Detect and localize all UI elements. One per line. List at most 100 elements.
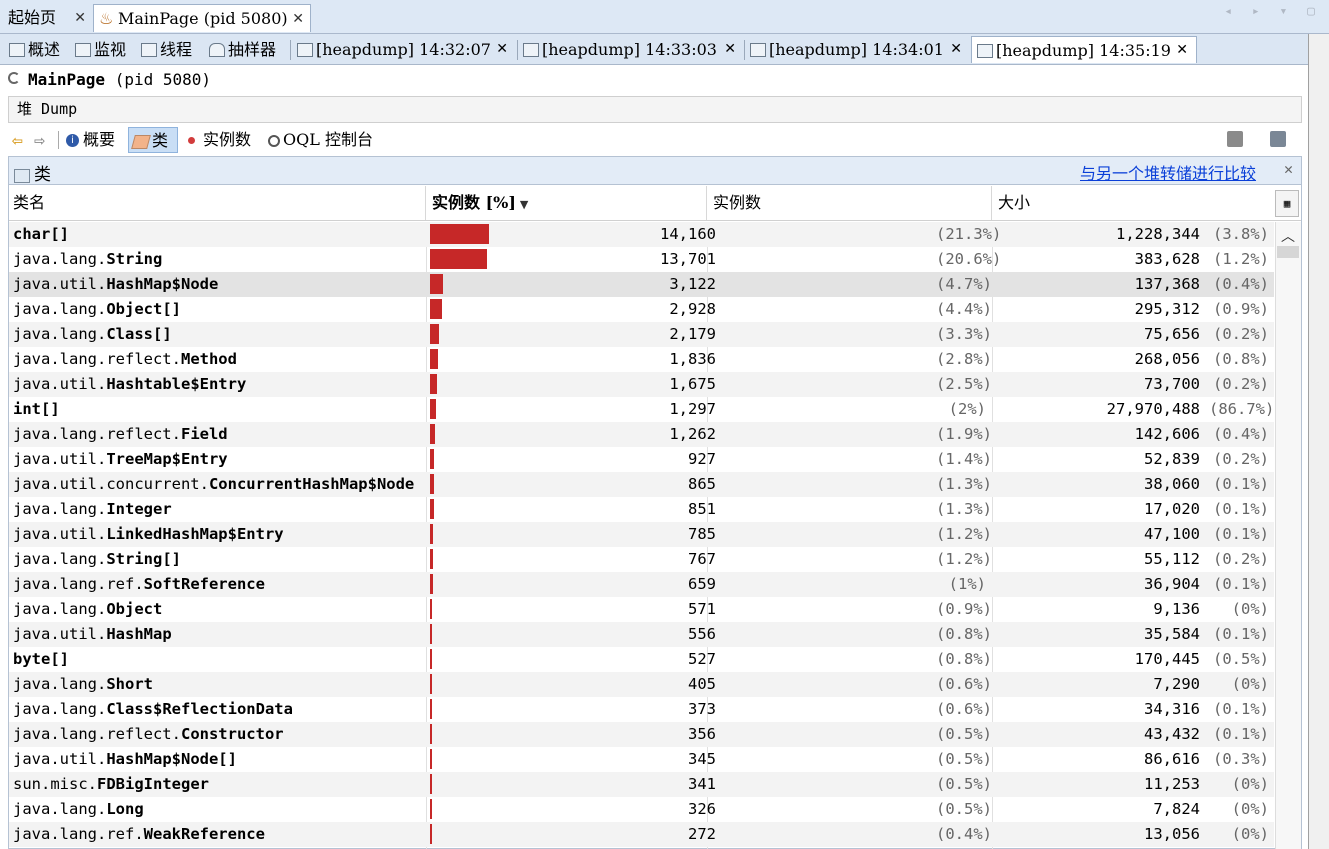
class-name-cell: java.util.HashMap <box>13 622 172 647</box>
table-row[interactable]: java.lang.String[] 767 (1.2%) 55,112 (0.2%) <box>9 547 1274 572</box>
close-icon[interactable]: ✕ <box>950 36 962 63</box>
table-row[interactable]: java.lang.reflect.Field 1,262 (1.9%) 142,60… <box>9 422 1274 447</box>
summary-label: 概要 <box>83 130 116 149</box>
class-name-cell: java.lang.ref.WeakReference <box>13 822 265 847</box>
instance-count: 556 <box>688 625 716 643</box>
table-row[interactable]: java.util.HashMap$Node 3,122 (4.7%) 137,368… <box>9 272 1274 297</box>
page-title: MainPage (pid 5080) <box>28 70 211 89</box>
process-pid: (pid 5080) <box>114 70 212 89</box>
table-row[interactable]: java.util.HashMap 556 (0.8%) 35,584 (0.1%) <box>9 622 1274 647</box>
instance-dot-icon <box>188 137 195 144</box>
summary-button[interactable]: i 概要 <box>66 127 115 153</box>
table-row[interactable]: java.lang.Short 405 (0.6%) 7,290 (0%) <box>9 672 1274 697</box>
instances-button[interactable]: 实例数 <box>188 127 251 153</box>
save-heapdump-icon[interactable] <box>1227 131 1243 147</box>
tab-heapdump-2[interactable]: [heapdump] 14:33:03 ✕ <box>518 36 744 63</box>
tab-sampler[interactable]: 抽样器 <box>204 36 290 63</box>
oql-icon <box>268 134 280 147</box>
class-name-cell: java.lang.Long <box>13 797 144 822</box>
class-name-cell: java.lang.ref.SoftReference <box>13 572 265 597</box>
size-percent: (0.8%) <box>1213 350 1269 368</box>
table-row[interactable]: java.lang.Class[] 2,179 (3.3%) 75,656 (0.2%) <box>9 322 1274 347</box>
class-simple-name: Object[] <box>106 300 181 318</box>
class-name-cell: java.lang.Short <box>13 672 153 697</box>
table-row[interactable]: java.util.Hashtable$Entry 1,675 (2.5%) 73,7… <box>9 372 1274 397</box>
doc-tab-start-page[interactable]: 起始页 ✕ <box>2 4 92 32</box>
class-name-cell: java.lang.Object <box>13 597 162 622</box>
class-simple-name: FDBigInteger <box>97 775 209 793</box>
column-picker-button[interactable]: ▦ <box>1275 190 1299 217</box>
info-icon: i <box>66 134 79 147</box>
tab-label: [heapdump] 14:33:03 <box>542 40 717 59</box>
tab-heapdump-1[interactable]: [heapdump] 14:32:07 ✕ <box>292 36 516 63</box>
column-header-instances-percent[interactable]: 实例数 [%] ▼ <box>426 186 707 220</box>
size-percent: (0.5%) <box>1213 650 1269 668</box>
package-prefix: java.util. <box>13 275 107 293</box>
doc-tab-mainpage[interactable]: ♨ MainPage (pid 5080) ✕ <box>93 4 311 32</box>
back-arrow-icon[interactable]: ⇦ <box>12 130 23 151</box>
sort-desc-icon: ▼ <box>519 198 529 211</box>
size-value: 9,136 <box>1153 600 1200 618</box>
size-percent: (0.1%) <box>1213 500 1269 518</box>
class-simple-name: ConcurrentHashMap$Node <box>208 475 415 493</box>
tab-heapdump-4[interactable]: [heapdump] 14:35:19 ✕ <box>971 36 1197 63</box>
instance-share-bar <box>430 274 443 294</box>
scroll-up-icon[interactable]: ︿ <box>1281 226 1295 246</box>
size-value: 13,056 <box>1144 825 1200 843</box>
table-row[interactable]: char[] 14,160 (21.3%) 1,228,344 (3.8%) <box>9 222 1274 247</box>
table-row[interactable]: java.lang.String 13,701 (20.6%) 383,628 (1.2… <box>9 247 1274 272</box>
column-header-class-name[interactable]: 类名 <box>9 186 426 220</box>
column-label: 实例数 <box>713 193 762 212</box>
tab-heapdump-3[interactable]: [heapdump] 14:34:01 ✕ <box>745 36 970 63</box>
size-percent: (0.4%) <box>1213 425 1269 443</box>
column-header-size[interactable]: 大小 <box>992 186 1275 220</box>
heapdump-icon <box>750 43 766 57</box>
table-row[interactable]: java.lang.ref.SoftReference 659 (1%) 36,904… <box>9 572 1274 597</box>
column-header-instances[interactable]: 实例数 <box>707 186 992 220</box>
close-icon[interactable]: ✕ <box>724 36 736 63</box>
table-row[interactable]: java.lang.Class$ReflectionData 373 (0.6%) 3… <box>9 697 1274 722</box>
close-icon[interactable]: ✕ <box>74 4 86 32</box>
table-row[interactable]: java.lang.ref.WeakReference 272 (0.4%) 13,0… <box>9 822 1274 847</box>
table-row[interactable]: java.lang.reflect.Method 1,836 (2.8%) 268,0… <box>9 347 1274 372</box>
scrollbar-thumb[interactable] <box>1277 246 1299 258</box>
class-name-cell: java.util.TreeMap$Entry <box>13 447 228 472</box>
size-value: 52,839 <box>1144 450 1200 468</box>
table-row[interactable]: int[] 1,297 (2%) 27,970,488 (86.7%) <box>9 397 1274 422</box>
tab-threads[interactable]: 线程 <box>136 36 204 63</box>
close-icon[interactable]: ✕ <box>1176 37 1188 64</box>
compare-heapdump-link[interactable]: 与另一个堆转储进行比较 <box>1080 160 1256 184</box>
close-icon[interactable]: ✕ <box>496 36 508 63</box>
table-row[interactable]: java.util.TreeMap$Entry 927 (1.4%) 52,839 (0… <box>9 447 1274 472</box>
instance-percent: (1.2%) <box>936 525 992 543</box>
table-row[interactable]: byte[] 527 (0.8%) 170,445 (0.5%) <box>9 647 1274 672</box>
table-row[interactable]: java.lang.Integer 851 (1.3%) 17,020 (0.1%) <box>9 497 1274 522</box>
size-percent: (0.1%) <box>1213 700 1269 718</box>
instance-percent: (0.8%) <box>936 650 992 668</box>
table-row[interactable]: java.lang.Long 326 (0.5%) 7,824 (0%) <box>9 797 1274 822</box>
table-row[interactable]: java.lang.Object[] 2,928 (4.4%) 295,312 (0.9… <box>9 297 1274 322</box>
heapdump-options-icon[interactable] <box>1270 131 1286 147</box>
table-row[interactable]: java.util.HashMap$Node[] 345 (0.5%) 86,616 (… <box>9 747 1274 772</box>
table-row[interactable]: java.lang.reflect.Constructor 356 (0.5%) 43… <box>9 722 1274 747</box>
table-row[interactable]: sun.misc.FDBigInteger 341 (0.5%) 11,253 (0%) <box>9 772 1274 797</box>
close-icon[interactable]: ✕ <box>1284 160 1293 178</box>
close-icon[interactable]: ✕ <box>292 5 304 33</box>
instance-count: 767 <box>688 550 716 568</box>
classes-button[interactable]: 类 <box>128 127 178 153</box>
table-row[interactable]: java.lang.Object 571 (0.9%) 9,136 (0%) <box>9 597 1274 622</box>
package-prefix: java.lang. <box>13 500 107 518</box>
tab-overview[interactable]: 概述 <box>4 36 70 63</box>
oql-console-button[interactable]: OQL 控制台 <box>268 127 373 153</box>
size-percent: (0.1%) <box>1213 525 1269 543</box>
package-prefix: java.lang. <box>13 675 107 693</box>
class-simple-name: String[] <box>106 550 181 568</box>
tab-scroll-arrows[interactable]: ◂ ▸ ▾ ▢ <box>1224 4 1321 19</box>
forward-arrow-icon[interactable]: ⇨ <box>34 130 45 151</box>
class-simple-name: byte[] <box>13 650 69 668</box>
document-tab-bar: 起始页 ✕ ♨ MainPage (pid 5080) ✕ ◂ ▸ ▾ ▢ <box>0 0 1329 34</box>
vertical-scrollbar[interactable] <box>1275 222 1301 849</box>
table-row[interactable]: java.util.LinkedHashMap$Entry 785 (1.2%) 47… <box>9 522 1274 547</box>
tab-monitor[interactable]: 监视 <box>70 36 136 63</box>
table-row[interactable]: java.util.concurrent.ConcurrentHashMap$N… <box>9 472 1274 497</box>
